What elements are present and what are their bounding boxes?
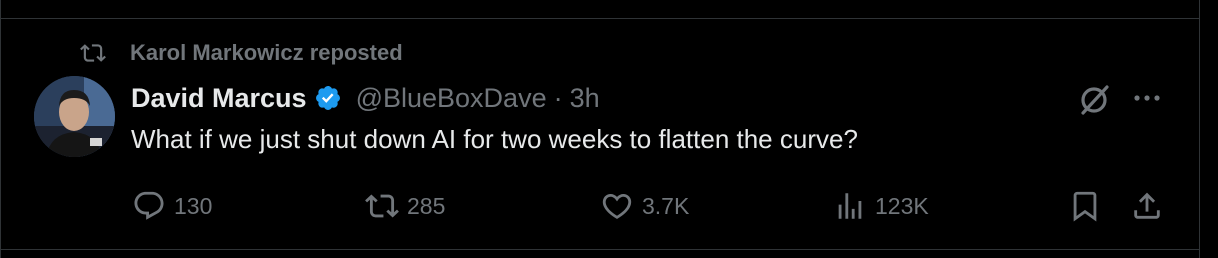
tweet-text: What if we just shut down AI for two wee… bbox=[131, 124, 858, 154]
reply-button[interactable]: 130 bbox=[132, 186, 212, 226]
view-count: 123K bbox=[875, 192, 929, 219]
action-bar: 130 285 3.7K 123K bbox=[0, 186, 1200, 226]
reply-count: 130 bbox=[174, 192, 213, 219]
more-options-icon[interactable] bbox=[1128, 86, 1166, 110]
bookmark-button[interactable] bbox=[1068, 186, 1102, 226]
analytics-icon bbox=[838, 193, 862, 219]
divider-top bbox=[0, 18, 1200, 19]
separator-dot: · bbox=[553, 82, 563, 113]
share-button[interactable] bbox=[1130, 186, 1164, 226]
grok-icon[interactable] bbox=[1074, 80, 1114, 120]
reply-icon bbox=[134, 191, 164, 220]
heart-icon bbox=[602, 193, 632, 219]
timestamp[interactable]: 3h bbox=[570, 83, 600, 114]
repost-context[interactable]: Karol Markowicz reposted bbox=[80, 38, 403, 68]
avatar-image bbox=[34, 76, 115, 157]
tweet-header: David Marcus @BlueBoxDave · 3h bbox=[131, 80, 600, 116]
like-button[interactable]: 3.7K bbox=[600, 186, 689, 226]
verified-badge-icon[interactable] bbox=[314, 84, 342, 112]
author-handle[interactable]: @BlueBoxDave bbox=[356, 83, 547, 114]
repost-count: 285 bbox=[407, 192, 446, 219]
bookmark-icon bbox=[1073, 191, 1097, 222]
divider-bottom bbox=[0, 249, 1200, 250]
repost-icon bbox=[80, 44, 106, 62]
tweet-card[interactable]: Karol Markowicz reposted David Marcus @B… bbox=[0, 0, 1200, 258]
repost-button[interactable]: 285 bbox=[365, 186, 445, 226]
author-name[interactable]: David Marcus bbox=[131, 83, 307, 114]
avatar[interactable] bbox=[34, 76, 115, 157]
views-button[interactable]: 123K bbox=[833, 186, 929, 226]
share-icon bbox=[1134, 192, 1160, 219]
repost-label: Karol Markowicz reposted bbox=[130, 40, 403, 65]
repost-icon bbox=[365, 194, 399, 218]
like-count: 3.7K bbox=[642, 192, 690, 219]
